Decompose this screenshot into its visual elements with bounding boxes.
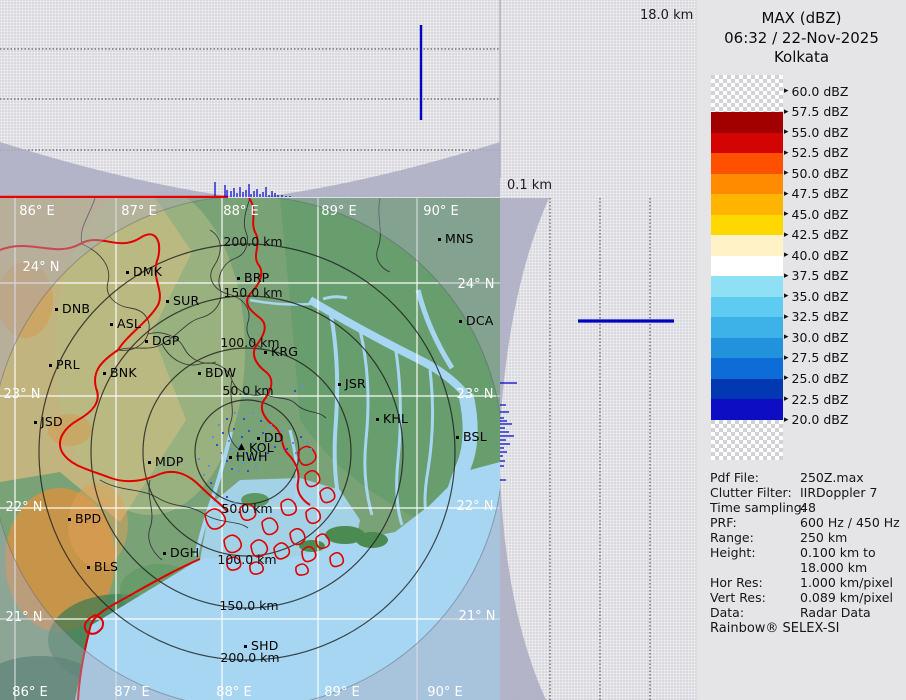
- info-row-label: Range:: [710, 530, 754, 545]
- legend-tick-label: ▸45.0 dBZ: [784, 207, 848, 222]
- info-row-label: PRF:: [710, 515, 737, 530]
- info-row-label: Height:: [710, 545, 756, 560]
- info-row-label: Hor Res:: [710, 575, 763, 590]
- legend-tick-arrow-icon: ▸: [784, 209, 789, 219]
- info-row-value: 250Z.max: [800, 470, 864, 485]
- radar-site-name: Kolkata: [697, 48, 906, 66]
- legend-tick-label: ▸27.5 dBZ: [784, 350, 848, 365]
- legend-color-block: [711, 133, 783, 154]
- legend-tick-arrow-icon: ▸: [784, 230, 789, 240]
- legend-tick-label: ▸60.0 dBZ: [784, 84, 848, 99]
- legend-color-block: [711, 112, 783, 133]
- info-row-label: Vert Res:: [710, 590, 766, 605]
- legend-tick-label: ▸35.0 dBZ: [784, 289, 848, 304]
- legend-tick-label: ▸57.5 dBZ: [784, 104, 848, 119]
- legend-color-block: [711, 194, 783, 215]
- legend-color-block: [711, 297, 783, 318]
- legend-tick-arrow-icon: ▸: [784, 332, 789, 342]
- legend-color-block: [711, 338, 783, 359]
- legend-tick-label: ▸30.0 dBZ: [784, 330, 848, 345]
- legend-color-block: [711, 276, 783, 297]
- info-row-label: Time sampling:: [710, 500, 806, 515]
- legend-tick-label: ▸20.0 dBZ: [784, 412, 848, 427]
- legend-color-block: [711, 215, 783, 236]
- legend-tick-label: ▸25.0 dBZ: [784, 371, 848, 386]
- radar-map-display: [0, 198, 500, 700]
- legend-tick-arrow-icon: ▸: [784, 86, 789, 96]
- legend-tick-arrow-icon: ▸: [784, 415, 789, 425]
- info-row-value: 48: [800, 500, 816, 515]
- color-scale: [711, 75, 783, 460]
- legend-tick-arrow-icon: ▸: [784, 291, 789, 301]
- info-row-value: 18.000 km: [800, 560, 867, 575]
- info-row-label: Data:: [710, 605, 744, 620]
- legend-color-block: [711, 379, 783, 400]
- legend-panel: MAX (dBZ) 06:32 / 22-Nov-2025 Kolkata ▸6…: [697, 0, 906, 700]
- legend-color-block: [711, 256, 783, 277]
- legend-color-block: [711, 235, 783, 256]
- product-title: MAX (dBZ): [697, 9, 906, 27]
- legend-tick-label: ▸22.5 dBZ: [784, 392, 848, 407]
- legend-tick-arrow-icon: ▸: [784, 127, 789, 137]
- legend-tick-label: ▸52.5 dBZ: [784, 145, 848, 160]
- legend-tick-arrow-icon: ▸: [784, 148, 789, 158]
- radar-application-window: MNSDMKBRPSURDNBASLDCADGPKRGPRLBNKBDWJSRK…: [0, 0, 906, 700]
- info-row-value: 600 Hz / 450 Hz: [800, 515, 900, 530]
- legend-color-block: [711, 174, 783, 195]
- legend-tick-arrow-icon: ▸: [784, 353, 789, 363]
- legend-color-block: [711, 317, 783, 338]
- legend-tick-arrow-icon: ▸: [784, 189, 789, 199]
- legend-tick-label: ▸37.5 dBZ: [784, 268, 848, 283]
- legend-tick-label: ▸50.0 dBZ: [784, 166, 848, 181]
- legend-block-below-range: [711, 420, 783, 460]
- legend-tick-arrow-icon: ▸: [784, 312, 789, 322]
- legend-color-block: [711, 399, 783, 420]
- height-axis-origin-label: 0.1 km: [507, 179, 552, 193]
- software-brand: Rainbow® SELEX-SI: [710, 621, 840, 636]
- info-row-value: 0.089 km/pixel: [800, 590, 893, 605]
- info-row-value: 250 km: [800, 530, 847, 545]
- legend-tick-arrow-icon: ▸: [784, 168, 789, 178]
- product-datetime: 06:32 / 22-Nov-2025: [697, 29, 906, 47]
- info-row-value: 0.100 km to: [800, 545, 876, 560]
- info-row-value: Radar Data: [800, 605, 871, 620]
- height-axis-max-label: 18.0 km: [640, 9, 693, 23]
- legend-tick-label: ▸55.0 dBZ: [784, 125, 848, 140]
- info-row-label: Pdf File:: [710, 470, 759, 485]
- legend-tick-arrow-icon: ▸: [784, 373, 789, 383]
- legend-tick-label: ▸42.5 dBZ: [784, 227, 848, 242]
- info-row-label: Clutter Filter:: [710, 485, 792, 500]
- legend-tick-arrow-icon: ▸: [784, 271, 789, 281]
- legend-tick-arrow-icon: ▸: [784, 107, 789, 117]
- legend-block-above-range: [711, 75, 783, 112]
- info-row-value: IIRDoppler 7: [800, 485, 877, 500]
- legend-tick-arrow-icon: ▸: [784, 250, 789, 260]
- legend-tick-arrow-icon: ▸: [784, 394, 789, 404]
- legend-color-block: [711, 153, 783, 174]
- legend-tick-label: ▸40.0 dBZ: [784, 248, 848, 263]
- info-row-value: 1.000 km/pixel: [800, 575, 893, 590]
- legend-color-block: [711, 358, 783, 379]
- legend-tick-label: ▸47.5 dBZ: [784, 186, 848, 201]
- legend-tick-label: ▸32.5 dBZ: [784, 309, 848, 324]
